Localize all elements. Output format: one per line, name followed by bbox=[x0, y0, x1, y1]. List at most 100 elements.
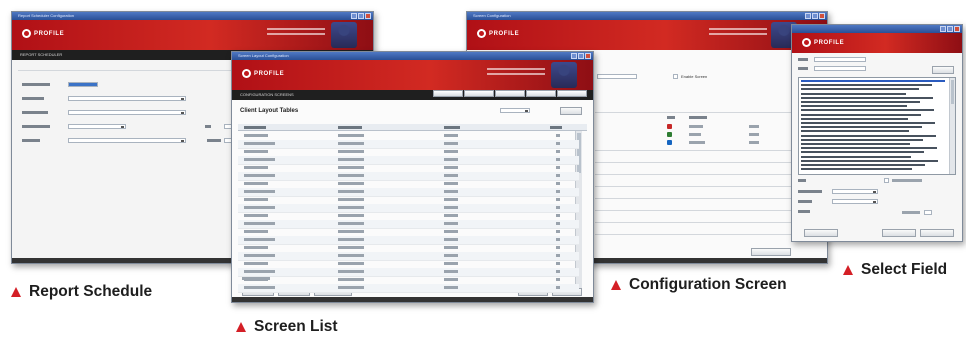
close-icon[interactable] bbox=[585, 53, 591, 59]
caption-text: Report Schedule bbox=[29, 283, 153, 300]
status-bar bbox=[232, 297, 593, 302]
maximize-icon[interactable] bbox=[947, 26, 953, 32]
list-item[interactable] bbox=[801, 96, 933, 99]
tab-5[interactable] bbox=[557, 90, 587, 97]
align-select[interactable] bbox=[832, 199, 878, 204]
color-swatch-green[interactable] bbox=[667, 132, 672, 137]
list-item[interactable] bbox=[801, 151, 924, 154]
list-scrollbar[interactable] bbox=[949, 78, 955, 174]
close-icon[interactable] bbox=[819, 13, 825, 19]
window-controls[interactable] bbox=[351, 13, 371, 19]
tab-2[interactable] bbox=[464, 90, 494, 97]
maximize-icon[interactable] bbox=[578, 53, 584, 59]
frequency-select[interactable] bbox=[68, 96, 186, 101]
window-controls[interactable] bbox=[805, 13, 825, 19]
tab-1[interactable] bbox=[433, 90, 463, 97]
list-item[interactable] bbox=[801, 164, 925, 166]
list-item[interactable] bbox=[801, 155, 911, 158]
browse-button[interactable] bbox=[932, 66, 954, 74]
column-header bbox=[667, 116, 675, 119]
minimize-icon[interactable] bbox=[351, 13, 357, 19]
profile-logo-icon bbox=[477, 29, 486, 38]
header-figure-image bbox=[551, 62, 577, 88]
red-triangle-icon bbox=[11, 287, 21, 297]
maximize-icon[interactable] bbox=[812, 13, 818, 19]
logo-text: PROFILE bbox=[34, 30, 65, 37]
minimize-icon[interactable] bbox=[805, 13, 811, 19]
display-type-select[interactable] bbox=[832, 189, 878, 194]
list-item[interactable] bbox=[801, 143, 910, 145]
length-input[interactable] bbox=[924, 210, 932, 215]
list-item[interactable] bbox=[801, 84, 932, 87]
field-label bbox=[798, 179, 806, 182]
profile-logo-icon bbox=[242, 69, 251, 78]
list-item[interactable] bbox=[801, 126, 922, 129]
printer-select[interactable] bbox=[68, 138, 186, 143]
maximize-icon[interactable] bbox=[358, 13, 364, 19]
search-button[interactable] bbox=[560, 107, 582, 115]
save-button[interactable] bbox=[751, 248, 791, 256]
screen-list-panel: Client Layout Tables bbox=[232, 100, 593, 301]
profile-logo-icon bbox=[22, 29, 31, 38]
profile-logo: PROFILE bbox=[242, 69, 284, 78]
caption-configuration-screen: Configuration Screen bbox=[611, 276, 787, 294]
list-item[interactable] bbox=[801, 122, 935, 124]
list-item[interactable] bbox=[801, 92, 906, 95]
output-format-select[interactable] bbox=[68, 124, 126, 129]
report-type-select[interactable] bbox=[68, 110, 186, 115]
ok-button[interactable] bbox=[804, 229, 838, 237]
screen-name-input[interactable] bbox=[597, 74, 637, 79]
window-title: Screen Layout Configuration bbox=[238, 53, 289, 58]
caption-text: Select Field bbox=[861, 261, 948, 278]
option-checkbox[interactable] bbox=[884, 178, 889, 183]
window-controls[interactable] bbox=[940, 26, 960, 32]
apply-button[interactable] bbox=[882, 229, 916, 237]
list-item[interactable] bbox=[801, 109, 934, 112]
tab-4[interactable] bbox=[526, 90, 556, 97]
tab-3[interactable] bbox=[495, 90, 525, 97]
window-titlebar: Screen Layout Configuration bbox=[232, 52, 593, 60]
red-triangle-icon bbox=[236, 322, 246, 332]
field-label bbox=[207, 139, 221, 142]
header-tagline bbox=[709, 28, 767, 38]
table-name-input[interactable] bbox=[814, 57, 866, 62]
list-item[interactable] bbox=[801, 101, 920, 103]
list-item[interactable] bbox=[801, 147, 937, 150]
brand-header: PROFILE bbox=[792, 33, 962, 53]
table-row[interactable] bbox=[238, 284, 579, 293]
brand-header: PROFILE bbox=[467, 20, 827, 50]
list-item[interactable] bbox=[801, 88, 919, 91]
window-title: Report Scheduler Configuration bbox=[18, 13, 75, 18]
enable-checkbox[interactable] bbox=[673, 74, 678, 79]
list-item[interactable] bbox=[801, 168, 912, 171]
cancel-button[interactable] bbox=[920, 229, 954, 237]
list-item[interactable] bbox=[801, 138, 923, 141]
brand-header: PROFILE bbox=[232, 60, 593, 90]
field-list[interactable] bbox=[798, 77, 956, 175]
caption-text: Configuration Screen bbox=[629, 276, 787, 293]
color-swatch-red[interactable] bbox=[667, 124, 672, 129]
close-icon[interactable] bbox=[365, 13, 371, 19]
close-icon[interactable] bbox=[954, 26, 960, 32]
field-label bbox=[22, 83, 50, 86]
field-label bbox=[22, 125, 50, 128]
field-name-input[interactable] bbox=[814, 66, 866, 71]
list-item[interactable] bbox=[801, 117, 908, 120]
window-controls[interactable] bbox=[571, 53, 591, 59]
list-item[interactable] bbox=[801, 80, 945, 82]
minimize-icon[interactable] bbox=[571, 53, 577, 59]
minimize-icon[interactable] bbox=[940, 26, 946, 32]
list-item[interactable] bbox=[801, 113, 921, 116]
filter-select[interactable] bbox=[500, 108, 530, 113]
caption-screen-list: Screen List bbox=[236, 318, 338, 336]
screen-list-screenshot: Screen Layout Configuration PROFILE CONF… bbox=[231, 51, 594, 303]
profile-logo: PROFILE bbox=[802, 38, 844, 47]
report-name-input[interactable] bbox=[68, 82, 98, 87]
list-item[interactable] bbox=[801, 159, 938, 162]
caption-report-schedule: Report Schedule bbox=[11, 283, 152, 301]
list-item[interactable] bbox=[801, 134, 936, 137]
list-item[interactable] bbox=[801, 105, 907, 108]
field-label bbox=[798, 200, 812, 203]
color-swatch-blue[interactable] bbox=[667, 140, 672, 145]
list-item[interactable] bbox=[801, 130, 909, 133]
